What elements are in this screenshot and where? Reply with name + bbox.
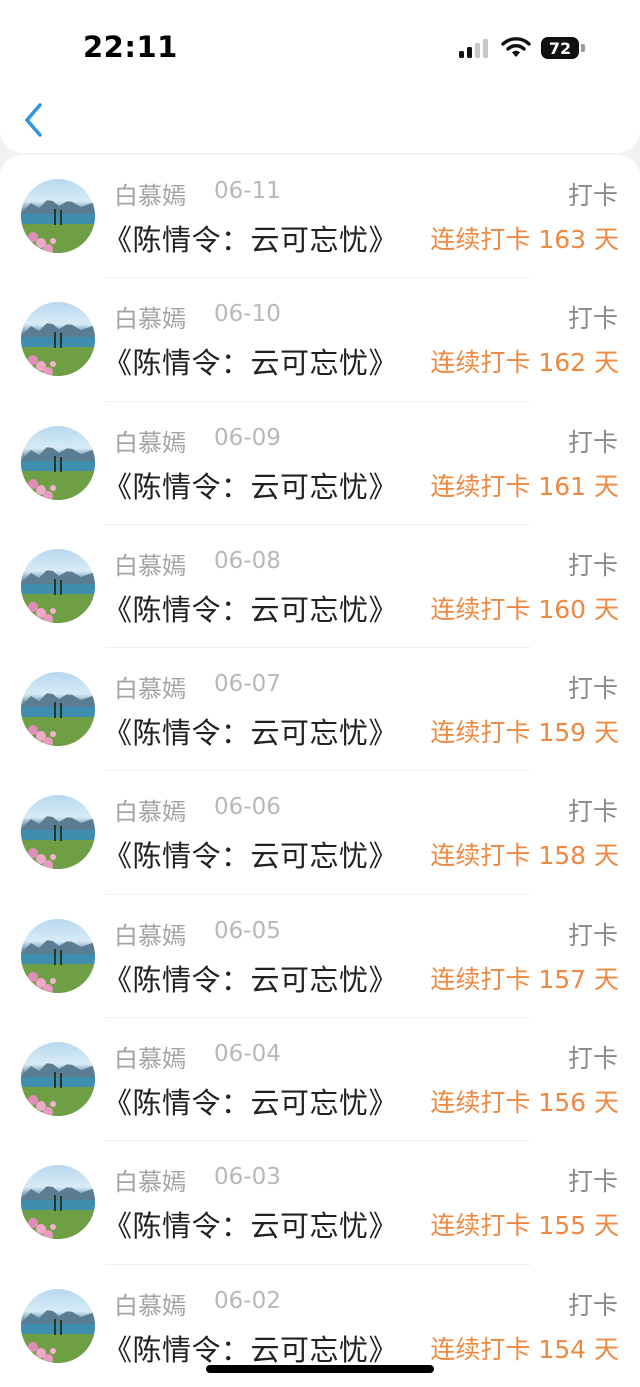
action-label: 打卡 — [567, 1044, 618, 1074]
cellular-signal-icon — [459, 38, 491, 58]
action-label: 打卡 — [567, 797, 618, 827]
battery-tip — [581, 44, 585, 52]
avatar[interactable] — [21, 548, 95, 623]
checkin-date: 06-04 — [214, 1041, 281, 1068]
list-item[interactable]: 白慕嫣 06-06 打卡《陈情令：云可忘忧》 连续打卡 158 天 — [0, 771, 640, 895]
list-item[interactable]: 白慕嫣 06-11 打卡《陈情令：云可忘忧》 连续打卡 163 天 — [0, 155, 640, 279]
status-time: 22:11 — [83, 30, 178, 64]
user-name: 白慕嫣 — [114, 798, 186, 827]
battery-icon: 72 — [541, 37, 579, 59]
streak-label: 连续打卡 160 天 — [430, 594, 619, 624]
book-title[interactable]: 《陈情令：云可忘忧》 — [103, 587, 398, 629]
wifi-icon — [501, 36, 531, 58]
action-label: 打卡 — [567, 304, 618, 334]
checkin-list: 白慕嫣 06-11 打卡 《陈情令：云可忘忧》 连续打卡 163 天白慕嫣 06-10 打卡… — [0, 155, 640, 1387]
checkin-date: 06-06 — [214, 794, 281, 821]
user-name: 白慕嫣 — [114, 1045, 186, 1074]
streak-label: 连续打卡 161 天 — [430, 471, 619, 501]
back-button[interactable] — [22, 102, 48, 138]
streak-label: 连续打卡 154 天 — [430, 1334, 619, 1364]
action-label: 打卡 — [567, 427, 618, 457]
checkin-date: 06-05 — [214, 917, 281, 944]
checkin-date: 06-08 — [214, 547, 281, 574]
book-title[interactable]: 《陈情令：云可忘忧》 — [103, 340, 398, 382]
streak-label: 连续打卡 158 天 — [430, 841, 619, 871]
header: 22:11 72 — [0, 0, 640, 153]
user-name: 白慕嫣 — [114, 305, 186, 334]
action-label: 打卡 — [567, 674, 618, 704]
action-label: 打卡 — [567, 1290, 618, 1320]
list-item[interactable]: 白慕嫣 06-10 打卡《陈情令：云可忘忧》 连续打卡 162 天 — [0, 278, 640, 402]
list-item[interactable]: 白慕嫣 06-09 打卡《陈情令：云可忘忧》 连续打卡 161 天 — [0, 402, 640, 525]
checkin-date: 06-09 — [214, 424, 281, 451]
book-title[interactable]: 《陈情令：云可忘忧》 — [103, 1327, 398, 1369]
action-label: 打卡 — [567, 1167, 618, 1197]
battery-level: 72 — [548, 38, 572, 58]
avatar[interactable] — [21, 1288, 95, 1363]
user-name: 白慕嫣 — [114, 1291, 186, 1320]
checkin-date: 06-11 — [214, 178, 281, 204]
book-title[interactable]: 《陈情令：云可忘忧》 — [103, 1203, 398, 1245]
book-title[interactable]: 《陈情令：云可忘忧》 — [103, 957, 398, 999]
checkin-date: 06-03 — [214, 1164, 281, 1191]
action-label: 打卡 — [567, 550, 618, 580]
user-name: 白慕嫣 — [114, 551, 186, 580]
user-name: 白慕嫣 — [114, 921, 186, 950]
book-title[interactable]: 《陈情令：云可忘忧》 — [103, 1080, 398, 1122]
action-label: 打卡 — [567, 181, 618, 210]
checkin-date: 06-02 — [214, 1287, 281, 1314]
list-item[interactable]: 白慕嫣 06-05 打卡《陈情令：云可忘忧》 连续打卡 157 天 — [0, 895, 640, 1019]
book-title[interactable]: 《陈情令：云可忘忧》 — [103, 464, 398, 506]
list-item[interactable]: 白慕嫣 06-07 打卡《陈情令：云可忘忧》 连续打卡 159 天 — [0, 648, 640, 772]
avatar[interactable] — [21, 918, 95, 993]
streak-label: 连续打卡 156 天 — [430, 1088, 619, 1118]
checkin-date: 06-07 — [214, 671, 281, 698]
streak-label: 连续打卡 155 天 — [430, 1211, 619, 1241]
chevron-left-icon — [25, 103, 42, 137]
user-name: 白慕嫣 — [114, 1168, 186, 1197]
avatar[interactable] — [21, 1042, 95, 1117]
streak-label: 连续打卡 159 天 — [430, 718, 619, 748]
avatar[interactable] — [21, 425, 95, 500]
streak-label: 连续打卡 162 天 — [430, 348, 619, 378]
avatar[interactable] — [21, 179, 95, 253]
user-name: 白慕嫣 — [114, 428, 186, 457]
user-name: 白慕嫣 — [114, 675, 186, 704]
list-item[interactable]: 白慕嫣 06-03 打卡《陈情令：云可忘忧》 连续打卡 155 天 — [0, 1141, 640, 1265]
avatar[interactable] — [21, 1165, 95, 1240]
list-item[interactable]: 白慕嫣 06-04 打卡《陈情令：云可忘忧》 连续打卡 156 天 — [0, 1018, 640, 1142]
checkin-date: 06-10 — [214, 301, 281, 328]
book-title[interactable]: 《陈情令：云可忘忧》 — [103, 710, 398, 752]
avatar[interactable] — [21, 672, 95, 747]
streak-label: 连续打卡 163 天 — [430, 225, 619, 254]
action-label: 打卡 — [567, 920, 618, 950]
book-title[interactable]: 《陈情令：云可忘忧》 — [103, 833, 398, 875]
avatar[interactable] — [21, 302, 95, 377]
list-item[interactable]: 白慕嫣 06-08 打卡《陈情令：云可忘忧》 连续打卡 160 天 — [0, 525, 640, 649]
book-title[interactable]: 《陈情令：云可忘忧》 — [103, 217, 398, 259]
home-indicator — [206, 1365, 434, 1373]
avatar[interactable] — [21, 795, 95, 870]
streak-label: 连续打卡 157 天 — [430, 964, 619, 994]
user-name: 白慕嫣 — [114, 182, 186, 210]
